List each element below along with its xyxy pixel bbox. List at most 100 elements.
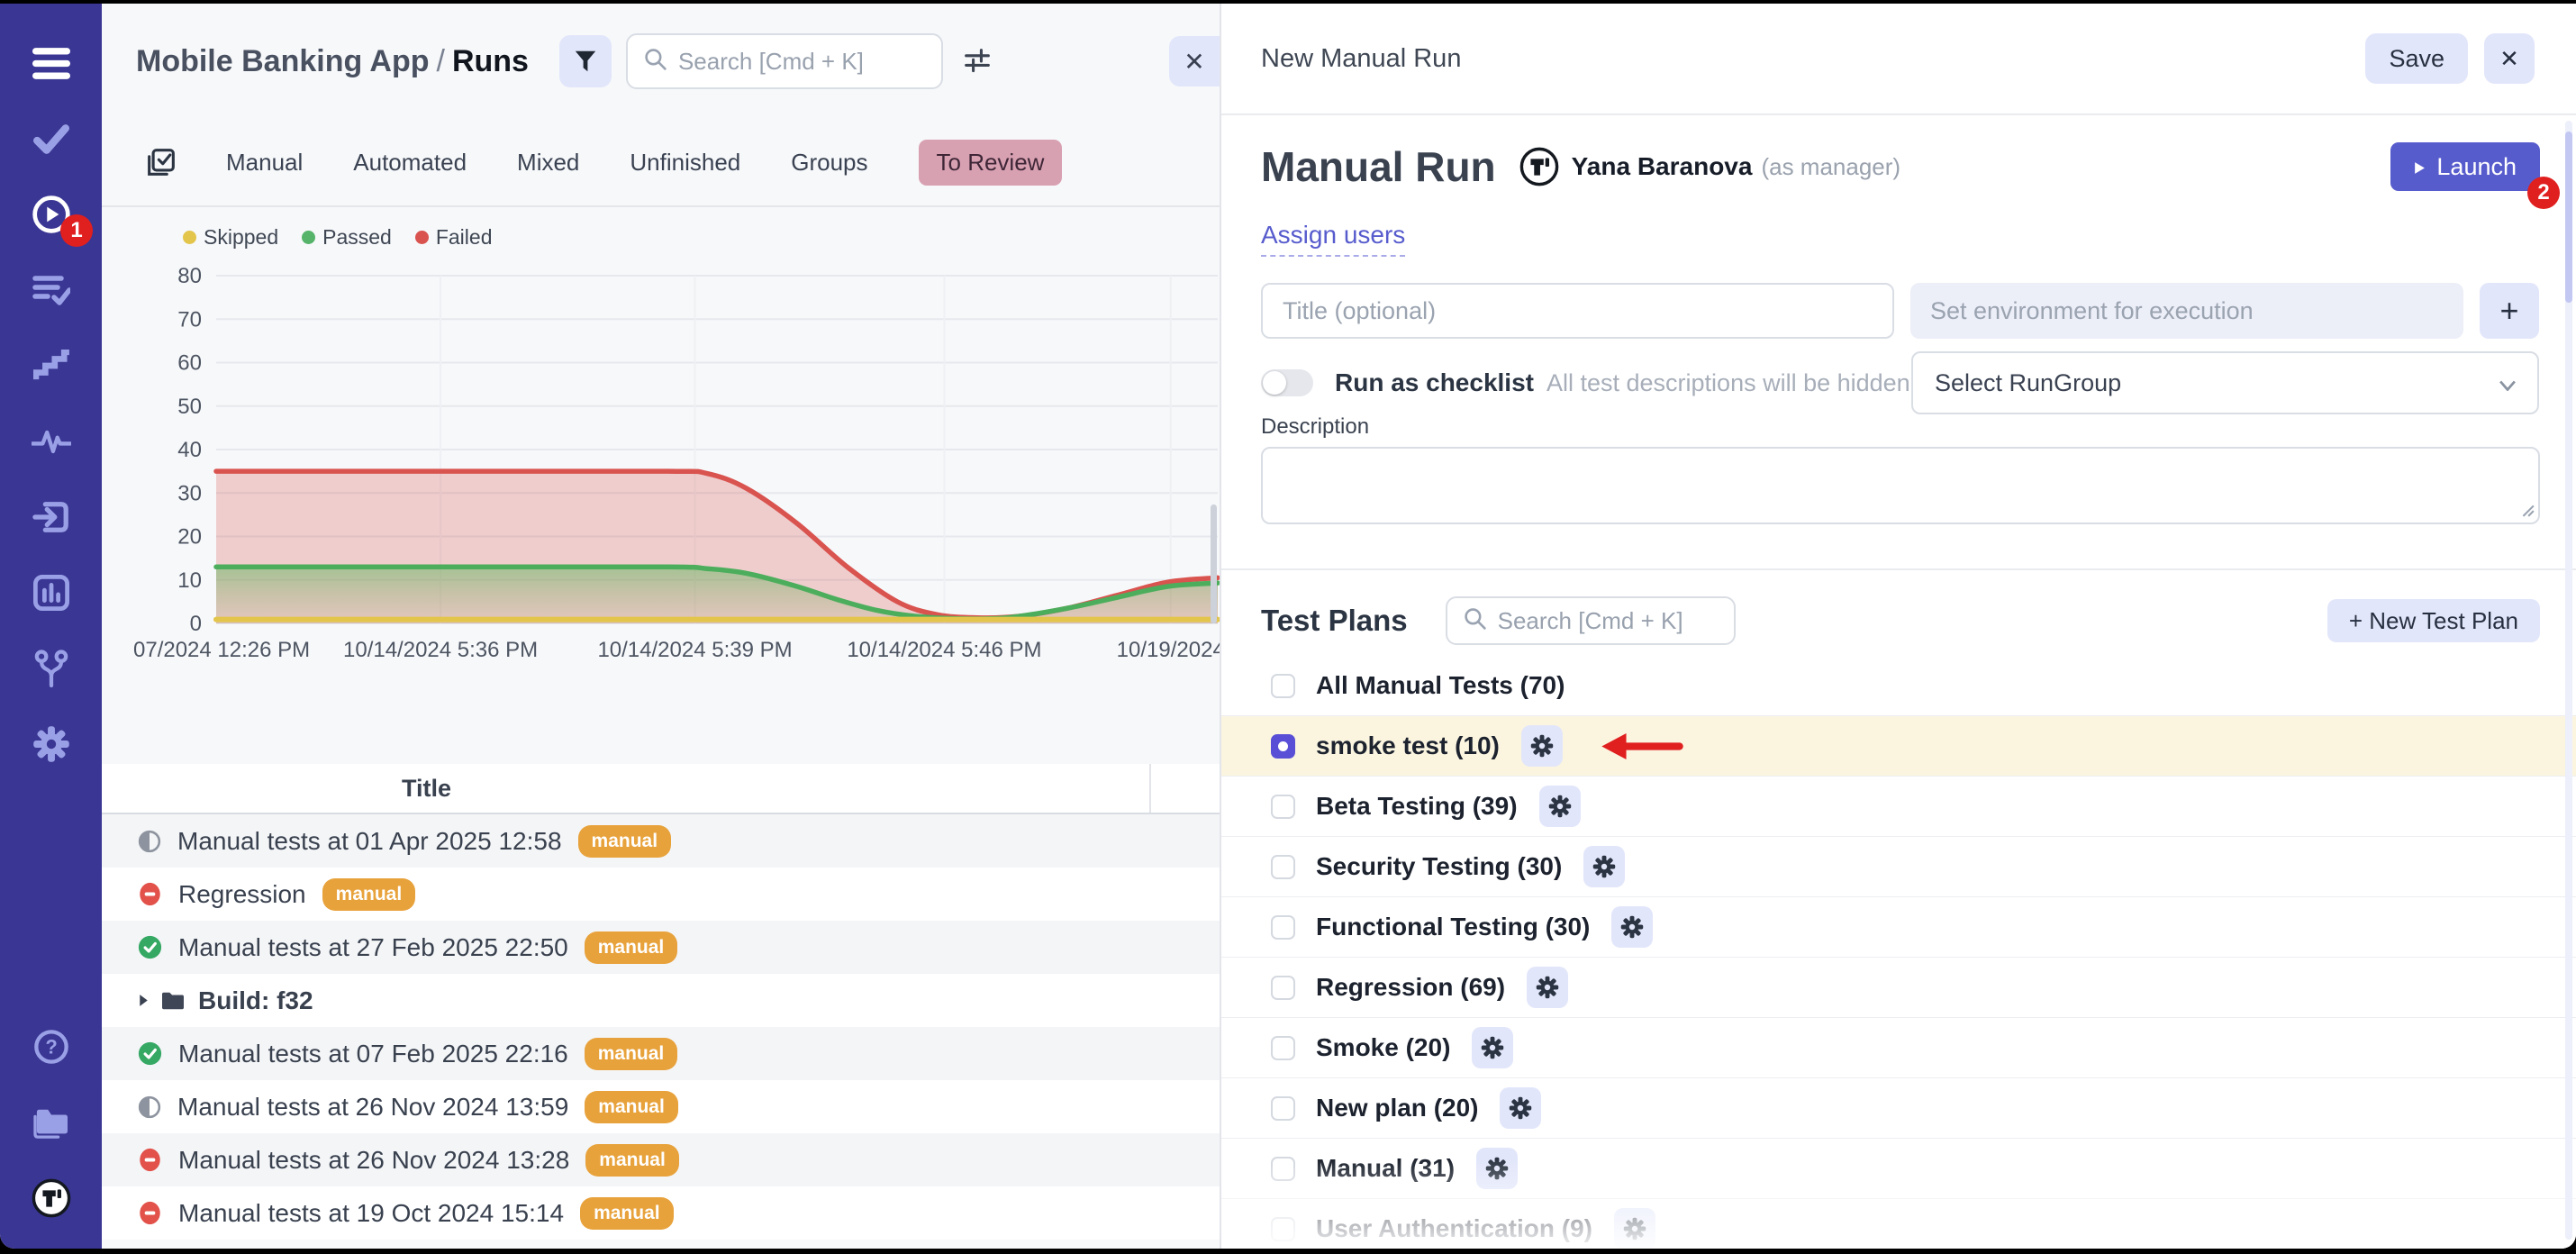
test-plan-checkbox[interactable] [1271,1036,1295,1060]
test-plan-row-security-testing-30-[interactable]: Security Testing (30) [1221,837,2576,897]
expand-caret-icon[interactable] [138,993,150,1008]
run-type-badge: manual [578,825,672,858]
svg-text:0: 0 [190,612,202,634]
test-plan-row-smoke-20-[interactable]: Smoke (20) [1221,1018,2576,1078]
test-plan-settings-button[interactable] [1611,906,1653,948]
columns-settings-button[interactable] [963,48,992,75]
right-panel-scrollbar[interactable] [2565,132,2572,303]
test-plan-checkbox[interactable] [1271,1096,1295,1121]
sidebar-item-list-check[interactable] [0,252,102,328]
table-row[interactable]: Build: f32 [102,974,1220,1027]
rungroup-select[interactable]: Select RunGroup [1911,351,2539,414]
run-form-row-1: + [1261,283,2540,339]
sidebar-item-steps[interactable] [0,328,102,404]
tab-groups[interactable]: Groups [791,149,867,177]
sidebar-item-check[interactable] [0,101,102,177]
test-plan-label: Smoke (20) [1316,1033,1450,1062]
test-plan-settings-button[interactable] [1583,846,1625,887]
test-plan-row-manual-31-[interactable]: Manual (31) [1221,1139,2576,1199]
table-row[interactable]: Regressionmanual [102,868,1220,921]
sidebar-item-bar-chart[interactable] [0,555,102,631]
passed-status-icon [138,1041,162,1066]
table-row[interactable]: Manual tests at 19 Oct 2024 15:14manual [102,1186,1220,1240]
test-plan-checkbox[interactable] [1271,674,1295,698]
logo-icon [32,1178,71,1218]
description-textarea[interactable] [1261,447,2540,524]
passed-status-icon [138,1041,162,1066]
sidebar-item-branch[interactable] [0,631,102,706]
select-runs-icon[interactable] [147,148,176,177]
test-plan-row-user-authentication-9-[interactable]: User Authentication (9) [1221,1199,2576,1249]
add-environment-button[interactable]: + [2480,283,2539,339]
test-plan-checkbox[interactable] [1271,795,1295,819]
test-plan-row-all-manual-tests-70-[interactable]: All Manual Tests (70) [1221,656,2576,716]
breadcrumb-project[interactable]: Mobile Banking App [136,44,430,78]
launch-button[interactable]: Launch [2390,142,2540,191]
close-button[interactable]: ✕ [2484,33,2535,84]
runs-search-input[interactable] [678,48,925,76]
table-row[interactable]: Manual tests at 01 Apr 2025 12:58manual [102,814,1220,868]
sidebar-item-logo[interactable] [0,1160,102,1236]
test-plan-checkbox[interactable] [1271,976,1295,1000]
sidebar-nav-top: 1 [0,4,102,782]
test-plan-row-functional-testing-30-[interactable]: Functional Testing (30) [1221,897,2576,958]
save-button[interactable]: Save [2365,33,2468,84]
tab-automated[interactable]: Automated [353,149,467,177]
table-row[interactable]: Manual tests at 27 Feb 2025 22:50manual [102,921,1220,974]
sidebar-item-help[interactable]: ? [0,1009,102,1085]
tab-mixed[interactable]: Mixed [517,149,579,177]
run-title-input[interactable] [1261,283,1894,339]
filter-button[interactable] [559,35,612,87]
failed-status-icon [138,882,162,906]
test-plan-settings-button[interactable] [1472,1027,1513,1068]
import-icon [32,499,70,535]
tab-to-review[interactable]: To Review [919,140,1063,186]
tab-unfinished[interactable]: Unfinished [630,149,740,177]
test-plans-search-box [1446,596,1736,645]
sidebar-item-play[interactable]: 1 [0,177,102,252]
new-test-plan-button[interactable]: + New Test Plan [2327,599,2540,642]
test-plan-row-regression-69-[interactable]: Regression (69) [1221,958,2576,1018]
test-plan-settings-button[interactable] [1521,725,1563,767]
assign-users-link[interactable]: Assign users [1261,221,1405,257]
svg-text:50: 50 [177,395,202,419]
test-plan-row-smoke-test-10-[interactable]: smoke test (10) [1221,716,2576,777]
tab-manual[interactable]: Manual [226,149,303,177]
sidebar-item-menu[interactable] [0,25,102,101]
table-row[interactable]: Manual tests at 26 Nov 2024 13:59manual [102,1080,1220,1133]
test-plan-checkbox[interactable] [1271,1157,1295,1181]
test-plan-checkbox[interactable] [1271,915,1295,940]
legend-failed: Failed [415,225,493,250]
test-plan-settings-button[interactable] [1527,967,1568,1008]
resize-handle-icon[interactable] [2520,503,2535,522]
sidebar-item-gear[interactable] [0,706,102,782]
svg-text:40: 40 [177,438,202,462]
test-plan-settings-button[interactable] [1614,1208,1655,1249]
test-plan-settings-button[interactable] [1476,1148,1518,1189]
chart-legend: SkippedPassedFailed [183,223,1220,250]
test-plan-settings-button[interactable] [1539,786,1581,827]
new-run-content: Manual Run Yana Baranova (as manager) La… [1221,139,2576,1249]
run-as-checklist-toggle[interactable] [1261,369,1313,396]
test-plan-row-beta-testing-39-[interactable]: Beta Testing (39) [1221,777,2576,837]
left-panel-scrollbar[interactable] [1211,504,1217,623]
test-plans-search-input[interactable] [1498,607,1718,635]
test-plan-row-new-plan-20-[interactable]: New plan (20) [1221,1078,2576,1139]
test-plan-checkbox[interactable] [1271,855,1295,879]
table-row[interactable]: Manual tests at 07 Feb 2025 22:16manual [102,1027,1220,1080]
sidebar-item-folder[interactable] [0,1085,102,1160]
environment-input[interactable] [1910,283,2463,339]
search-icon [1464,607,1487,635]
test-plan-checkbox[interactable] [1271,734,1295,759]
svg-text:30: 30 [177,481,202,505]
sidebar-item-import[interactable] [0,479,102,555]
help-icon: ? [33,1029,69,1065]
table-row[interactable]: Manual tests at 26 Nov 2024 13:28manual [102,1133,1220,1186]
gear-icon [32,725,70,763]
runs-panel-close-button[interactable]: ✕ [1169,36,1220,86]
sidebar-item-activity[interactable] [0,404,102,479]
passed-status-icon [138,935,162,959]
breadcrumb: Mobile Banking App/Runs [136,44,529,79]
test-plan-settings-button[interactable] [1500,1087,1541,1129]
test-plan-checkbox[interactable] [1271,1217,1295,1241]
